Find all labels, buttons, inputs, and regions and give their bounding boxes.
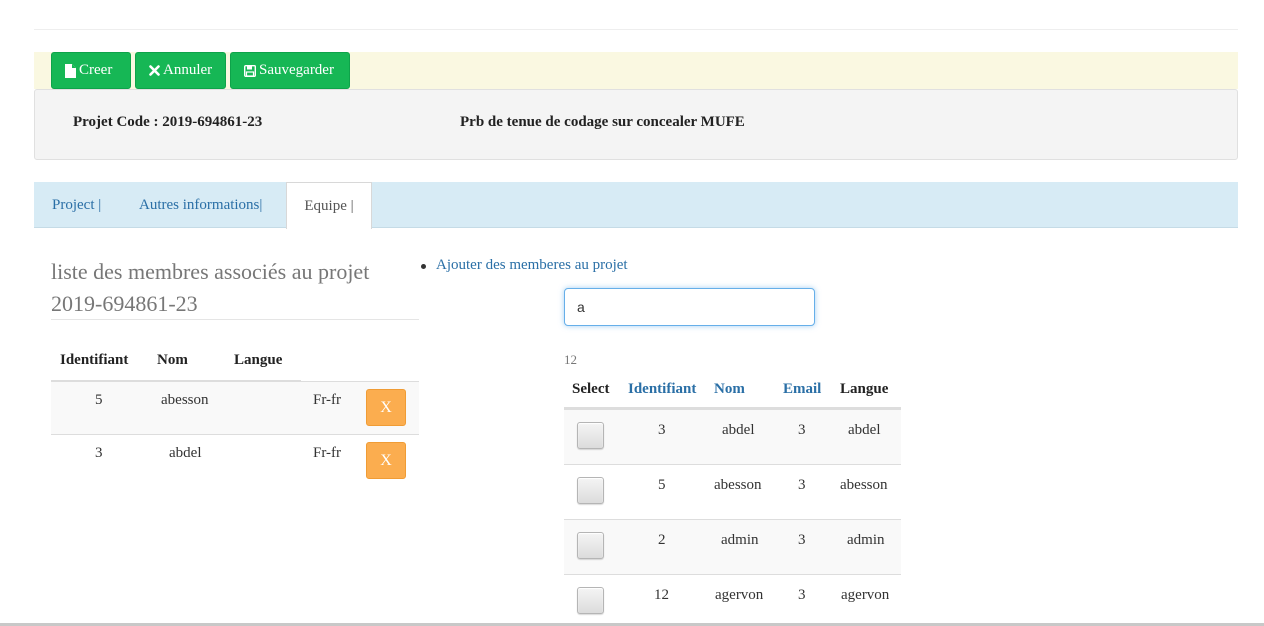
title-divider [51, 319, 419, 320]
candidate-email: 3 [798, 587, 806, 603]
select-checkbox[interactable] [577, 422, 604, 449]
candidate-name: abdel [722, 422, 755, 438]
select-checkbox[interactable] [577, 587, 604, 614]
close-icon [149, 65, 160, 76]
toolbar: Creer Annuler Sauvegarder [34, 52, 1238, 89]
column-header-email-sort[interactable]: Email [783, 381, 821, 398]
members-list-title: liste des membres associés au projet 201… [51, 259, 370, 316]
select-checkbox[interactable] [577, 477, 604, 504]
candidate-name: agervon [715, 587, 764, 603]
candidate-language: abesson [840, 477, 888, 493]
member-id: 3 [95, 445, 103, 461]
column-header-name-sort[interactable]: Nom [714, 381, 745, 398]
project-description: Prb de tenue de codage sur concealer MUF… [460, 114, 745, 130]
project-code: Projet Code : 2019-694861-23 [73, 114, 263, 130]
top-divider [34, 29, 1238, 30]
candidate-language: agervon [841, 587, 890, 603]
table-row: 5 abesson Fr-fr X [51, 381, 419, 434]
tab-project[interactable]: Project | [52, 182, 101, 228]
create-button-label: Creer [79, 62, 113, 78]
list-bullet [421, 264, 426, 269]
candidate-language: abdel [848, 422, 881, 438]
member-language: Fr-fr [313, 445, 342, 461]
column-header-language: Langue [234, 352, 283, 368]
candidate-id: 5 [658, 477, 666, 493]
table-row: 3 abdel 3 abdel [564, 409, 901, 464]
project-info-panel: Projet Code : 2019-694861-23 Prb de tenu… [34, 89, 1238, 160]
cancel-button[interactable]: Annuler [135, 52, 226, 89]
cancel-button-label: Annuler [163, 62, 213, 78]
table-row: 3 abdel Fr-fr X [51, 434, 419, 487]
members-table: Identifiant Nom Langue 5 abesson Fr-fr X… [51, 342, 419, 487]
candidate-id: 2 [658, 532, 666, 548]
candidate-email: 3 [798, 477, 806, 493]
add-members-link[interactable]: Ajouter des memberes au projet [436, 257, 628, 274]
column-header-select: Select [572, 381, 610, 397]
members-table-header: Identifiant Nom Langue [51, 342, 419, 382]
candidate-name: admin [721, 532, 759, 548]
candidate-language: admin [847, 532, 885, 548]
result-count: 12 [564, 352, 577, 367]
candidate-email: 3 [798, 532, 806, 548]
remove-member-button[interactable]: X [366, 442, 406, 479]
column-header-language: Langue [840, 381, 889, 397]
member-language: Fr-fr [313, 392, 342, 408]
candidates-table: Select Identifiant Nom Email Langue 3 ab… [564, 372, 901, 626]
save-button[interactable]: Sauvegarder [230, 52, 350, 89]
table-row: 5 abesson 3 abesson [564, 464, 901, 519]
member-name: abdel [169, 445, 202, 461]
table-row: 12 agervon 3 agervon [564, 574, 901, 626]
select-checkbox[interactable] [577, 532, 604, 559]
candidates-table-header: Select Identifiant Nom Email Langue [564, 372, 901, 409]
create-button[interactable]: Creer [51, 52, 131, 89]
member-id: 5 [95, 392, 103, 408]
column-header-id: Identifiant [60, 352, 129, 368]
floppy-disk-icon [244, 64, 256, 77]
candidate-id: 3 [658, 422, 666, 438]
column-header-id-sort[interactable]: Identifiant [628, 381, 696, 398]
file-icon [65, 63, 76, 78]
table-row: 2 admin 3 admin [564, 519, 901, 574]
tab-other-info[interactable]: Autres informations| [139, 182, 262, 228]
member-search-input[interactable] [564, 288, 815, 326]
tab-team[interactable]: Equipe | [286, 182, 372, 229]
candidate-email: 3 [798, 422, 806, 438]
member-name: abesson [161, 392, 209, 408]
save-button-label: Sauvegarder [259, 62, 334, 78]
tab-bar: Project | Autres informations| Equipe | [34, 182, 1238, 229]
candidate-name: abesson [714, 477, 762, 493]
candidate-id: 12 [654, 587, 669, 603]
column-header-name: Nom [157, 352, 188, 368]
remove-member-button[interactable]: X [366, 389, 406, 426]
